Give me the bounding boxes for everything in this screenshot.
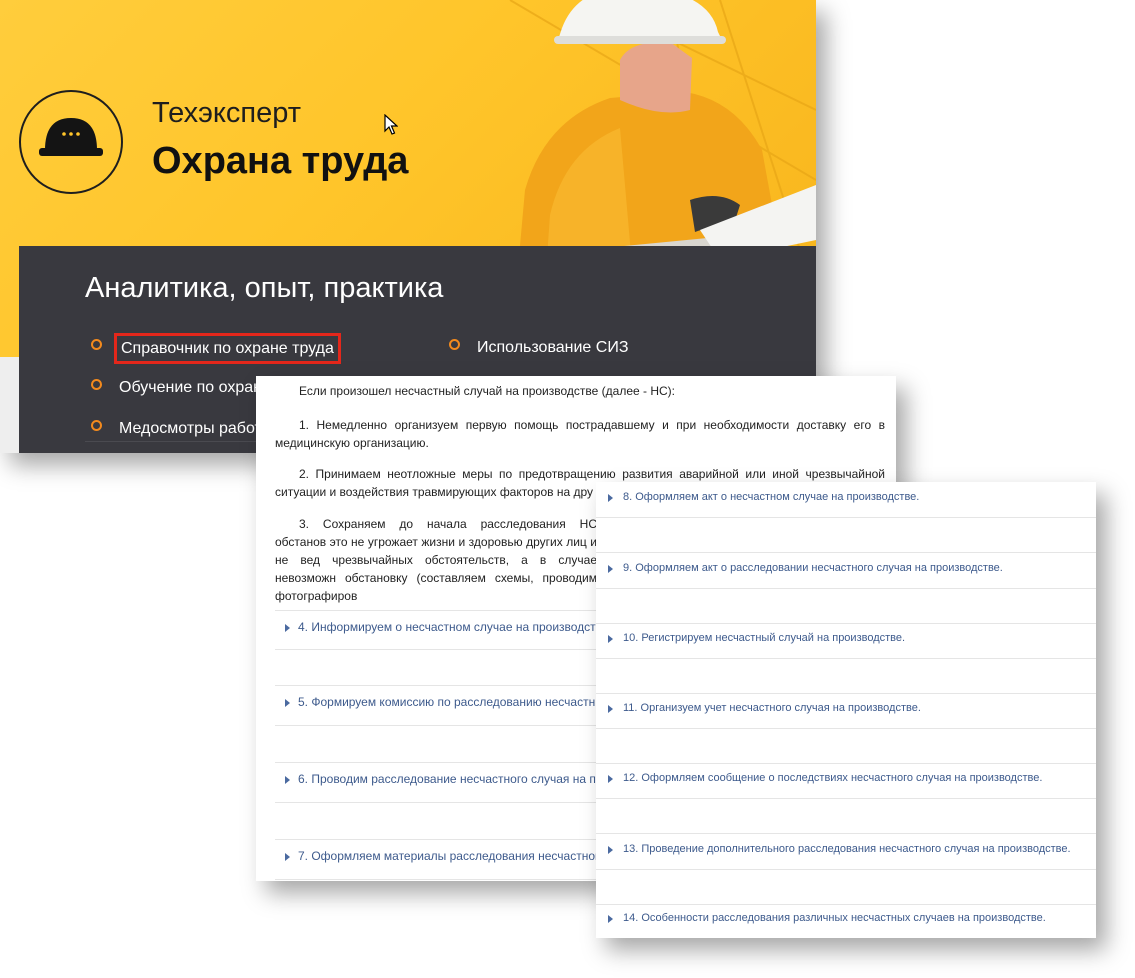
helmet-logo [19,90,123,194]
expand-arrow-icon [608,705,613,713]
divider [596,798,1096,799]
section-title: Аналитика, опыт, практика [85,272,444,304]
bullet-icon [449,339,460,350]
divider [596,869,1096,870]
step-item-9[interactable]: 9. Оформляем акт о расследовании несчаст… [596,553,1096,624]
menu-item-label: Обучение по охране [119,379,271,396]
expand-arrow-icon [608,775,613,783]
menu-item-label: Справочник по охране труда [114,333,341,364]
expand-arrow-icon [608,565,613,573]
bullet-icon [91,420,102,431]
step-item-11[interactable]: 11. Организуем учет несчастного случая н… [596,693,1096,764]
mouse-cursor-icon [384,114,398,135]
helmet-icon [39,118,103,156]
step-label: 14. Особенности расследования различных … [623,912,1046,924]
expand-arrow-icon [285,624,290,632]
step-label: 12. Оформляем сообщение о последствиях н… [623,772,1043,784]
divider [596,517,1096,518]
divider [596,658,1096,659]
expand-arrow-icon [285,776,290,784]
step-label: 10. Регистрируем несчастный случай на пр… [623,632,906,644]
step-label: 11. Организуем учет несчастного случая н… [623,702,921,714]
divider [596,588,1096,589]
step-item-10[interactable]: 10. Регистрируем несчастный случай на пр… [596,623,1096,694]
step-item-8[interactable]: 8. Оформляем акт о несчастном случае на … [596,482,1096,553]
product-title: Охрана труда [152,140,409,182]
step-label: 7. Оформляем материалы расследования нес… [298,849,600,863]
expand-arrow-icon [608,494,613,502]
menu-item-label: Медосмотры работн [119,420,271,437]
intro-text: Если произошел несчастный случай на прои… [299,384,676,398]
expand-arrow-icon [608,635,613,643]
bullet-icon [91,379,102,390]
step-label: 13. Проведение дополнительного расследов… [623,843,1071,855]
step-label: 4. Информируем о несчастном случае на пр… [298,620,596,634]
menu-item-label: Использование СИЗ [477,339,629,356]
expand-arrow-icon [608,846,613,854]
step-label: 5. Формируем комиссию по расследованию н… [298,695,596,709]
paragraph-3: 3. Сохраняем до начала расследования НС … [275,517,597,603]
step-label: 8. Оформляем акт о несчастном случае на … [623,491,920,503]
expand-arrow-icon [608,915,613,923]
steps-screenshot: 8. Оформляем акт о несчастном случае на … [596,482,1096,938]
step-item-13[interactable]: 13. Проведение дополнительного расследов… [596,834,1096,905]
expand-arrow-icon [285,699,290,707]
bullet-icon [91,339,102,350]
brand-name: Техэксперт [152,97,301,129]
paragraph-1: 1. Немедленно организуем первую помощь п… [275,418,885,450]
step-item-12[interactable]: 12. Оформляем сообщение о последствиях н… [596,763,1096,834]
expand-arrow-icon [285,853,290,861]
step-item-14[interactable]: 14. Особенности расследования различных … [596,903,1096,938]
step-label: 9. Оформляем акт о расследовании несчаст… [623,562,1003,574]
divider [596,728,1096,729]
step-label: 6. Проводим расследование несчастного сл… [298,772,596,786]
